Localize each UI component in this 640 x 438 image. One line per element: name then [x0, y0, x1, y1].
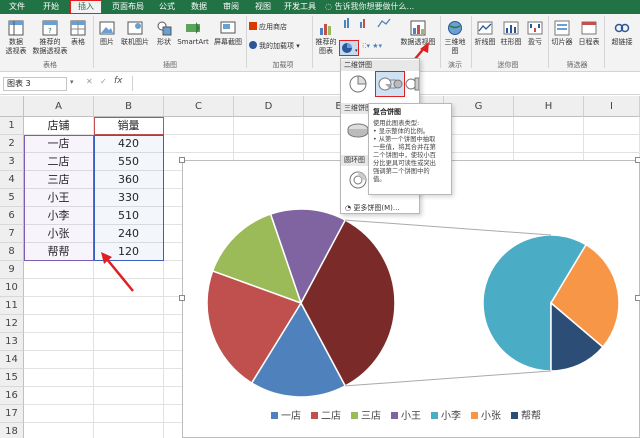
more-pie-charts-label: 更多饼图(M)...	[353, 204, 400, 212]
resize-handle[interactable]	[179, 157, 185, 163]
legend-label: 二店	[321, 411, 341, 422]
legend-label: 小张	[481, 411, 501, 422]
tooltip-line: • 从第一个饼图中抽取	[373, 136, 436, 143]
legend-item[interactable]: 小李	[431, 411, 461, 423]
legend-swatch	[391, 412, 398, 419]
legend-label: 小王	[401, 411, 421, 422]
resize-handle[interactable]	[635, 295, 640, 301]
series-line	[345, 370, 552, 387]
legend-swatch	[431, 412, 438, 419]
more-pie-charts-link[interactable]: ◔ 更多饼图(M)...	[345, 203, 400, 213]
tooltip-title: 复合饼图	[373, 108, 401, 116]
series-line	[345, 219, 552, 236]
legend-item[interactable]: 三店	[351, 411, 381, 423]
legend-swatch	[471, 412, 478, 419]
tooltip-line: 二个饼图中，使较小百	[373, 152, 436, 159]
tooltip-line: 一些值，将其合并在第	[373, 144, 436, 151]
tooltip-line: 强调第二个饼图中的	[373, 168, 430, 175]
gallery-section-2d: 二维饼图	[341, 60, 419, 71]
legend-swatch	[511, 412, 518, 419]
chart-type-tooltip: 复合饼图 使用此图表类型: • 显示整体的比例。 • 从第一个饼图中抽取 一些值…	[368, 103, 452, 195]
bar-of-pie-icon[interactable]	[405, 73, 419, 95]
legend-item[interactable]: 小张	[471, 411, 501, 423]
legend-label: 一店	[281, 411, 301, 422]
legend-label: 三店	[361, 411, 381, 422]
pie-of-pie-option[interactable]	[375, 71, 405, 97]
legend-swatch	[271, 412, 278, 419]
tooltip-line: 值。	[373, 176, 386, 183]
tooltip-line: 使用此图表类型:	[373, 120, 420, 127]
resize-handle[interactable]	[635, 157, 640, 163]
legend-item[interactable]: 小王	[391, 411, 421, 423]
legend-item[interactable]: 二店	[311, 411, 341, 423]
legend-item[interactable]: 一店	[271, 411, 301, 423]
legend-label: 小李	[441, 411, 461, 422]
tooltip-line: 分比更具可读性或突出	[373, 160, 436, 167]
legend-swatch	[311, 412, 318, 419]
pie-chart-icon[interactable]	[345, 73, 371, 95]
pie-of-pie-icon	[378, 77, 403, 91]
legend-item[interactable]: 帮帮	[511, 411, 541, 423]
resize-handle[interactable]	[179, 295, 185, 301]
tooltip-line: • 显示整体的比例。	[373, 128, 430, 135]
legend-swatch	[351, 412, 358, 419]
legend-label: 帮帮	[521, 411, 541, 422]
